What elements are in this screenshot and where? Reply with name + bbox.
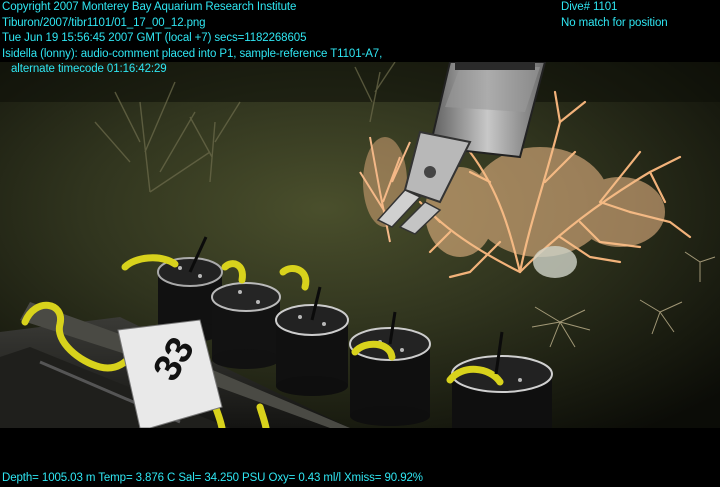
pale-anemone xyxy=(533,246,577,278)
position-status: No match for position xyxy=(561,16,668,29)
timecode-line: alternate timecode 01:16:42:29 xyxy=(11,63,167,75)
annotation-line: Isidella (lonny): audio-comment placed i… xyxy=(2,47,383,60)
header-left-overlay: Copyright 2007 Monterey Bay Aquarium Res… xyxy=(2,0,382,78)
image-path-line: Tiburon/2007/tibr1101/01_17_00_12.png xyxy=(2,16,206,29)
underwater-scene: 33 xyxy=(0,62,720,428)
dive-number: Dive# 1101 xyxy=(561,1,618,13)
copyright-line: Copyright 2007 Monterey Bay Aquarium Res… xyxy=(2,1,297,13)
sensor-readout: Depth= 1005.03 m Temp= 3.876 C Sal= 34.2… xyxy=(2,472,423,484)
header-right-overlay: Dive# 1101 No match for position xyxy=(561,0,668,31)
video-frame: 33 Copyright 2007 Monterey Bay Aquarium … xyxy=(0,0,720,486)
timestamp-line: Tue Jun 19 15:56:45 2007 GMT (local +7) … xyxy=(2,32,307,44)
